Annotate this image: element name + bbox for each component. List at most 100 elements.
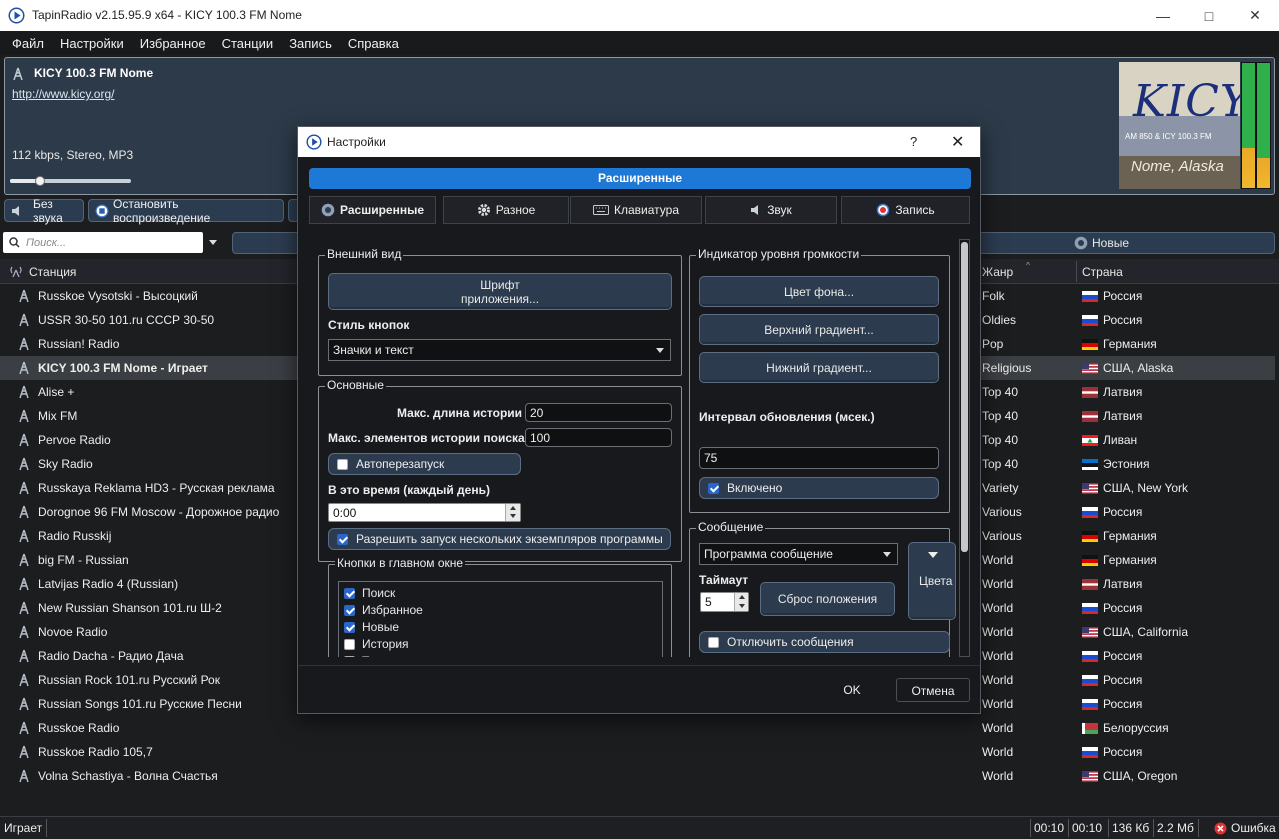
update-interval-input[interactable]: 75 [699,447,939,469]
column-station[interactable]: Станция [29,265,76,279]
genre-cell: Top 40 [982,433,1019,447]
antenna-icon [18,457,30,471]
time-spinner[interactable] [505,504,520,521]
button-style-select[interactable]: Значки и текст [328,339,671,361]
option-check[interactable] [344,604,355,616]
top-gradient-button[interactable]: Верхний градиент... [699,314,939,345]
tab-advanced-label: Расширенные [340,203,424,217]
timeout-spinner[interactable] [734,593,748,611]
minimize-button[interactable]: — [1140,0,1186,31]
tab-record[interactable]: Запись [841,196,970,224]
ok-button[interactable]: OK [811,678,893,702]
column-genre[interactable]: Жанр [982,265,1013,279]
option-check[interactable] [344,621,355,633]
genre-cell: World [982,697,1014,711]
stop-playback-button[interactable]: Остановить воспроизведение [88,197,284,225]
menu-record[interactable]: Запись [281,36,340,51]
country-cell: Германия [1103,553,1157,567]
menu-favorites[interactable]: Избранное [132,36,214,51]
menu-stations[interactable]: Станции [214,36,282,51]
help-button[interactable]: ? [910,134,917,149]
search-dropdown-arrow[interactable] [209,240,217,245]
main-button-option[interactable]: Поиск [344,586,395,600]
level-meter-left [1242,63,1255,188]
menu-help[interactable]: Справка [340,36,407,51]
station-row[interactable]: Russkoe Radio 105,7 World Россия [0,740,1275,764]
tab-keyboard[interactable]: Клавиатура [570,196,702,224]
genre-cell: Various [982,529,1022,543]
new-stations-label: Новые [1092,236,1130,250]
genre-cell: Oldies [982,313,1017,327]
disable-messages-check[interactable] [708,636,719,648]
station-row[interactable]: Volna Schastiya - Волна Счастья World США,… [0,764,1275,788]
main-button-option[interactable]: История [344,637,409,651]
status-error[interactable]: Ошибка [1231,821,1276,835]
close-window-button[interactable]: ✕ [1232,0,1278,31]
flag-icon [1082,435,1098,446]
autorestart-checkbox[interactable]: Автоперезапуск [328,453,521,475]
message-program-select[interactable]: Программа сообщение [699,543,898,565]
disable-messages-label: Отключить сообщения [727,635,854,649]
antenna-icon [18,409,30,423]
genre-cell: World [982,625,1014,639]
flag-icon [1082,723,1098,734]
flag-icon [1082,387,1098,398]
chevron-down-icon [928,552,938,558]
antenna-icon [18,649,30,663]
menu-file[interactable]: Файл [4,36,52,51]
menu-settings[interactable]: Настройки [52,36,132,51]
advanced-tab-icon [321,203,335,217]
mute-button[interactable]: Без звука [4,197,84,225]
maximize-button[interactable]: □ [1186,0,1232,31]
history-length-input[interactable]: 20 [525,403,672,422]
cancel-button[interactable]: Отмена [896,678,970,702]
station-row[interactable]: Russkoe Radio World Белоруссия [0,716,1275,740]
multi-instance-checkbox[interactable]: Разрешить запуск нескольких экземпляров … [328,528,671,550]
bottom-gradient-button[interactable]: Нижний градиент... [699,352,939,383]
dialog-close-button[interactable]: ✕ [951,132,964,152]
tab-sound[interactable]: Звук [705,196,837,224]
station-name-cell: Novoe Radio [38,625,108,639]
flag-icon [1082,363,1098,374]
search-history-input[interactable]: 100 [525,428,672,447]
meter-enabled-checkbox[interactable]: Включено [699,477,939,499]
settings-scrollbar[interactable] [959,239,970,657]
tab-advanced[interactable]: Расширенные [309,196,436,224]
search-input[interactable]: Поиск... [3,232,203,253]
option-check[interactable] [344,655,355,657]
scrollbar-thumb[interactable] [961,242,968,552]
option-check[interactable] [344,638,355,650]
reset-position-button[interactable]: Сброс положения [760,582,895,616]
country-cell: Ливан [1103,433,1138,447]
station-url-link[interactable]: http://www.kicy.org/ [12,87,114,101]
country-cell: Россия [1103,313,1143,327]
new-stations-button[interactable]: Новые [1074,236,1129,250]
column-country[interactable]: Страна [1082,265,1123,279]
tab-misc[interactable]: Разное [443,196,569,224]
option-check[interactable] [344,587,355,599]
meter-enabled-check[interactable] [708,482,719,494]
flag-icon [1082,579,1098,590]
antenna-icon [18,697,30,711]
search-icon [9,237,20,248]
app-font-button[interactable]: Шрифт приложения... [328,273,672,310]
window-title: TapinRadio v2.15.95.9 x64 - KICY 100.3 F… [32,8,302,22]
main-button-option[interactable]: Избранное [344,603,423,617]
antenna-icon [18,481,30,495]
antenna-icon [12,67,24,81]
background-color-button[interactable]: Цвет фона... [699,276,939,307]
colors-button[interactable]: Цвета [908,542,956,620]
main-button-option[interactable]: Т [344,654,369,657]
autorestart-check[interactable] [337,458,348,470]
station-name-cell: Radio Dacha - Радио Дача [38,649,184,663]
volume-slider-thumb[interactable] [35,176,46,186]
disable-messages-checkbox[interactable]: Отключить сообщения [699,631,950,653]
daily-time-input[interactable]: 0:00 [328,503,521,522]
main-button-option[interactable]: Новые [344,620,399,634]
station-logo: KICY AM 850 & ICY 100.3 FM Nome, Alaska [1119,62,1240,189]
genre-cell: World [982,649,1014,663]
volume-slider[interactable] [10,176,131,186]
multi-instance-check[interactable] [337,533,348,545]
main-buttons-list: Поиск Избранное Новые История Т [338,581,663,657]
history-length-label: Макс. длина истории [397,406,523,420]
